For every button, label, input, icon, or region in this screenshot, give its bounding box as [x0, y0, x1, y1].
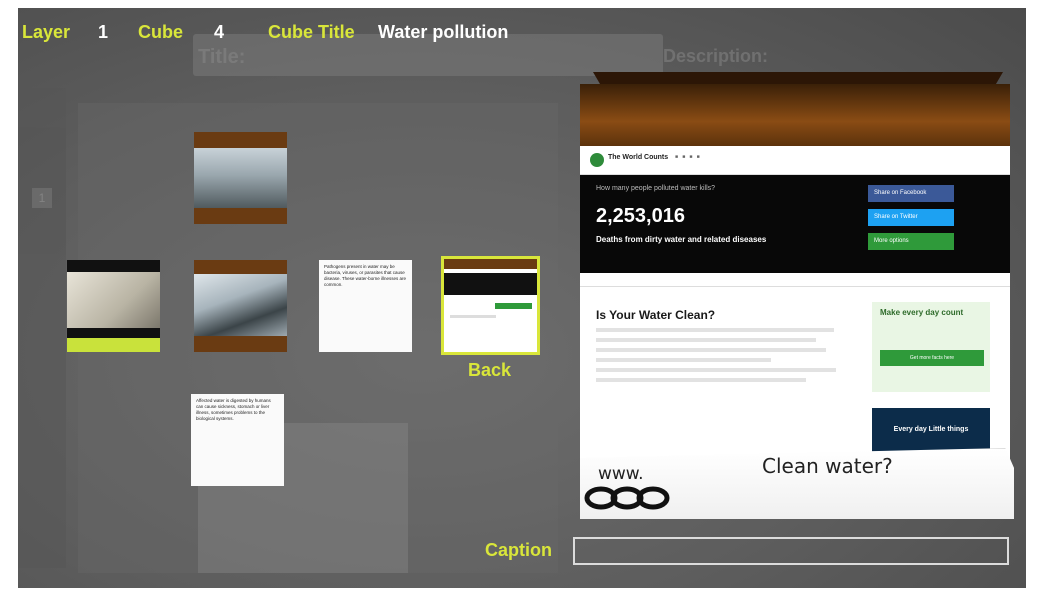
thumbnail-bottom-note[interactable]: Affected water is digested by humans can… — [191, 394, 284, 486]
thumbnail-top-photo — [194, 148, 287, 208]
globe-icon — [590, 153, 604, 167]
thumbnail-back-button — [495, 303, 533, 309]
thumbnail-back[interactable] — [441, 256, 540, 355]
site-hero: How many people polluted water kills? 2,… — [580, 175, 1010, 273]
background-sidebar: 1 — [18, 88, 66, 568]
thumbnail-front-photo — [194, 274, 287, 336]
cube-label: Cube — [138, 22, 183, 42]
peel-www-text: www. — [598, 464, 644, 484]
layer-value: 1 — [98, 22, 109, 42]
side-promo-box: Make every day count Get more facts here — [872, 302, 990, 392]
site-subbar — [580, 273, 1010, 287]
site-logo-text: The World Counts — [608, 154, 669, 161]
hero-counter: 2,253,016 — [596, 205, 685, 227]
site-article: Is Your Water Clean? — [596, 296, 846, 382]
thumbnail-left[interactable] — [67, 260, 160, 352]
cube-editor-stage: Title: Description: 1 Layer 1 Cube 4 Cub… — [18, 8, 1026, 588]
hero-question: How many people polluted water kills? — [596, 185, 716, 192]
thumbnail-left-bar — [67, 338, 160, 352]
background-title-label: Title: — [198, 46, 246, 68]
share-facebook-button[interactable]: Share on Facebook — [868, 185, 954, 202]
cube-value: 4 — [214, 22, 225, 42]
site-nav-links: ■ ■ ■ ■ — [675, 154, 700, 160]
peel-question-text: Clean water? — [762, 454, 893, 478]
caption-input[interactable] — [573, 537, 1009, 565]
thumbnail-front[interactable] — [194, 260, 287, 352]
thumbnail-top[interactable] — [194, 132, 287, 224]
cube-top-face — [580, 84, 1010, 146]
thumbnail-back-hero — [444, 273, 537, 295]
thumbnail-left-photo — [67, 272, 160, 328]
side-promo-button[interactable]: Get more facts here — [880, 350, 984, 366]
chain-link-icon — [584, 486, 670, 510]
share-twitter-button[interactable]: Share on Twitter — [868, 209, 954, 226]
thumbnail-back-line — [449, 315, 497, 318]
back-label: Back — [468, 360, 512, 380]
cube-title-value: Water pollution — [378, 22, 509, 42]
site-navbar: The World Counts ■ ■ ■ ■ — [580, 146, 1010, 175]
hero-subtitle: Deaths from dirty water and related dise… — [596, 235, 767, 244]
article-title: Is Your Water Clean? — [596, 308, 716, 322]
thumbnail-back-topbar — [444, 259, 537, 269]
thumbnail-right-note[interactable]: Pathogens present in water may be bacter… — [319, 260, 412, 352]
side-promo-title: Make every day count — [880, 308, 964, 317]
background-sidebar-number: 1 — [32, 188, 52, 208]
cube-title-label: Cube Title — [268, 22, 355, 42]
article-lines — [596, 328, 846, 382]
layer-label: Layer — [22, 22, 71, 42]
background-description-label: Description: — [663, 46, 769, 66]
caption-label: Caption — [485, 540, 552, 560]
share-more-button[interactable]: More options — [868, 233, 954, 250]
